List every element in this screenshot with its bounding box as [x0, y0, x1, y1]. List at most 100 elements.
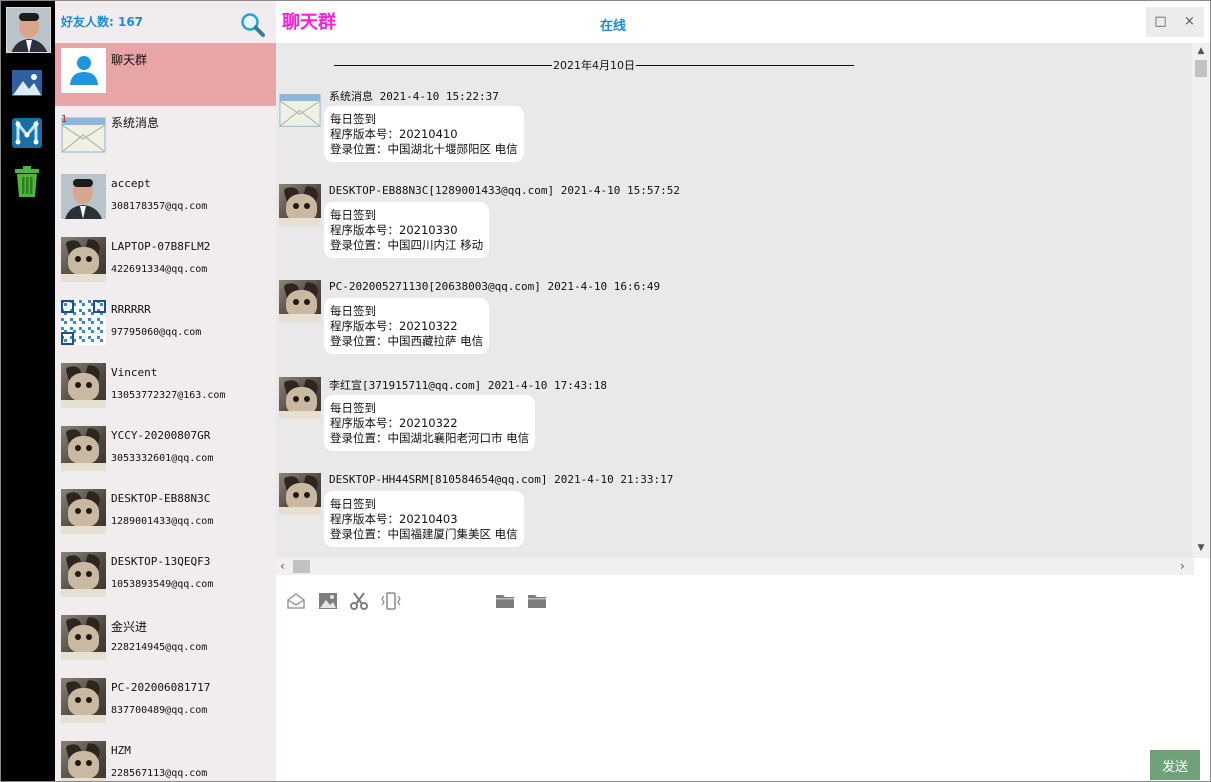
contact-item[interactable]: 金兴进 228214945@qq.com [55, 610, 276, 673]
trash-icon[interactable] [11, 166, 43, 198]
online-status: 在线 [600, 19, 627, 34]
image-icon[interactable] [318, 591, 340, 613]
contact-name: 系统消息 [111, 116, 160, 130]
contact-item[interactable]: HZM 228567113@qq.com [55, 736, 276, 781]
qr-avatar [61, 300, 106, 345]
maximize-button[interactable]: □ [1146, 7, 1175, 37]
message-bubble[interactable]: 每日签到 程序版本号：20210322 登录位置：中国西藏拉萨 电信 [324, 298, 490, 354]
message-line: 每日签到 [330, 497, 376, 511]
window-controls: □ × [1146, 7, 1204, 37]
contact-name: DESKTOP-13QEQF3 [111, 555, 211, 568]
contact-item[interactable]: Vincent 13053772327@163.com [55, 358, 276, 421]
message-bubble[interactable]: 每日签到 程序版本号：20210330 登录位置：中国四川内江 移动 [324, 202, 490, 258]
scroll-up-arrow-icon[interactable]: ▲ [1192, 46, 1210, 56]
cat-avatar [61, 489, 106, 534]
my-avatar[interactable] [6, 7, 51, 53]
contact-email: 13053772327@163.com [111, 390, 226, 401]
friend-count-label: 好友人数: 167 [61, 15, 144, 29]
cat-avatar [61, 552, 106, 597]
message-bubble[interactable]: 每日签到 程序版本号：20210322 登录位置：中国湖北襄阳老河口市 电信 [324, 395, 536, 451]
contact-name: RRRRRR [111, 303, 151, 316]
cat-avatar [279, 377, 321, 419]
cat-avatar [61, 552, 106, 597]
contact-email: 228214945@qq.com [111, 642, 208, 653]
message-sender-time: DESKTOP-HH44SRM[810584654@qq.com] 2021-4… [329, 473, 674, 486]
contact-item[interactable]: DESKTOP-13QEQF3 1053893549@qq.com [55, 547, 276, 610]
cat-avatar [61, 741, 106, 781]
message-line: 每日签到 [330, 112, 376, 126]
message-line: 程序版本号：20210410 [330, 127, 458, 141]
message-line: 程序版本号：20210403 [330, 512, 458, 526]
mail-avatar [61, 111, 106, 156]
contact-item[interactable]: YCCY-20200807GR 3053332601@qq.com [55, 421, 276, 484]
message-line: 程序版本号：20210322 [330, 416, 458, 430]
message-sender-time: 李红宣[371915711@qq.com] 2021-4-10 17:43:18 [329, 379, 608, 392]
group-avatar [61, 48, 106, 93]
folder-icon[interactable] [495, 591, 517, 613]
contact-email: 3053332601@qq.com [111, 453, 214, 464]
contact-email: 308178357@qq.com [111, 201, 208, 212]
send-button[interactable]: 发送 [1150, 750, 1200, 780]
contact-item[interactable]: RRRRRR 97795060@qq.com [55, 295, 276, 358]
vibrate-icon[interactable] [381, 591, 403, 613]
mailbox-icon[interactable] [286, 591, 308, 613]
scroll-left-arrow-icon[interactable]: ‹ [280, 558, 285, 575]
contact-name: 聊天群 [111, 53, 148, 67]
mail-avatar[interactable] [279, 88, 321, 130]
scissors-icon[interactable] [349, 591, 371, 613]
cat-avatar [61, 489, 106, 534]
cat-avatar[interactable] [279, 377, 321, 419]
left-rail [1, 1, 55, 781]
scroll-down-arrow-icon[interactable]: ▼ [1192, 543, 1210, 553]
horizontal-scrollbar[interactable]: ‹ › [276, 558, 1194, 575]
cat-avatar [61, 615, 106, 660]
scroll-right-arrow-icon[interactable]: › [1180, 558, 1185, 575]
message-line: 登录位置：中国福建厦门集美区 电信 [330, 527, 518, 541]
message-sender-time: DESKTOP-EB88N3C[1289001433@qq.com] 2021-… [329, 184, 680, 197]
photo-gallery-icon[interactable] [11, 67, 43, 99]
cat-avatar [61, 741, 106, 781]
network-app-icon[interactable] [11, 117, 43, 149]
contact-item[interactable]: 1 系统消息 [55, 106, 276, 169]
message-sender-time: 系统消息 2021-4-10 15:22:37 [329, 90, 499, 103]
message-bubble[interactable]: 每日签到 程序版本号：20210410 登录位置：中国湖北十堰郧阳区 电信 [324, 106, 524, 162]
vertical-scrollbar[interactable]: ▲ ▼ [1192, 43, 1210, 558]
compose-area[interactable]: 发送 [276, 575, 1210, 781]
contact-email: 422691334@qq.com [111, 264, 208, 275]
close-button[interactable]: × [1175, 7, 1204, 37]
cat-avatar[interactable] [279, 184, 321, 226]
contact-name: DESKTOP-EB88N3C [111, 492, 211, 505]
contact-item[interactable]: DESKTOP-EB88N3C 1289001433@qq.com [55, 484, 276, 547]
contact-email: 1053893549@qq.com [111, 579, 214, 590]
cat-avatar [61, 426, 106, 471]
message-sender-time: PC-202005271130[20638003@qq.com] 2021-4-… [329, 280, 661, 293]
message-bubble[interactable]: 每日签到 程序版本号：20210403 登录位置：中国福建厦门集美区 电信 [324, 491, 524, 547]
contact-name: HZM [111, 744, 131, 757]
cat-avatar[interactable] [279, 280, 321, 322]
contact-item[interactable]: accept 308178357@qq.com [55, 169, 276, 232]
contact-item[interactable]: LAPTOP-07B8FLM2 422691334@qq.com [55, 232, 276, 295]
contact-name: LAPTOP-07B8FLM2 [111, 240, 211, 253]
folder-open-icon[interactable] [527, 591, 549, 613]
chat-message: PC-202005271130[20638003@qq.com] 2021-4-… [279, 280, 1179, 370]
contact-email: 97795060@qq.com [111, 327, 202, 338]
horizontal-scroll-thumb[interactable] [293, 560, 310, 573]
message-line: 登录位置：中国湖北襄阳老河口市 电信 [330, 431, 530, 445]
vertical-scroll-thumb[interactable] [1195, 60, 1207, 77]
chat-message: 李红宣[371915711@qq.com] 2021-4-10 17:43:18… [279, 377, 1179, 467]
contact-list-panel: 好友人数: 167 聊天群 1 系统消息 accept 308178357@qq.com… [55, 1, 276, 781]
cat-avatar [61, 363, 106, 408]
contact-item[interactable]: 聊天群 [55, 43, 276, 106]
cat-avatar [61, 426, 106, 471]
cat-avatar [279, 280, 321, 322]
chat-message: DESKTOP-HH44SRM[810584654@qq.com] 2021-4… [279, 473, 1179, 558]
search-icon[interactable] [240, 12, 266, 38]
contact-email: 837700489@qq.com [111, 705, 208, 716]
cat-avatar [279, 184, 321, 226]
message-line: 登录位置：中国西藏拉萨 电信 [330, 334, 484, 348]
contact-name: 金兴进 [111, 620, 148, 634]
contact-item[interactable]: PC-202006081717 837700489@qq.com [55, 673, 276, 736]
cat-avatar[interactable] [279, 473, 321, 515]
message-line: 登录位置：中国湖北十堰郧阳区 电信 [330, 142, 518, 156]
unread-badge: 1 [61, 114, 68, 125]
